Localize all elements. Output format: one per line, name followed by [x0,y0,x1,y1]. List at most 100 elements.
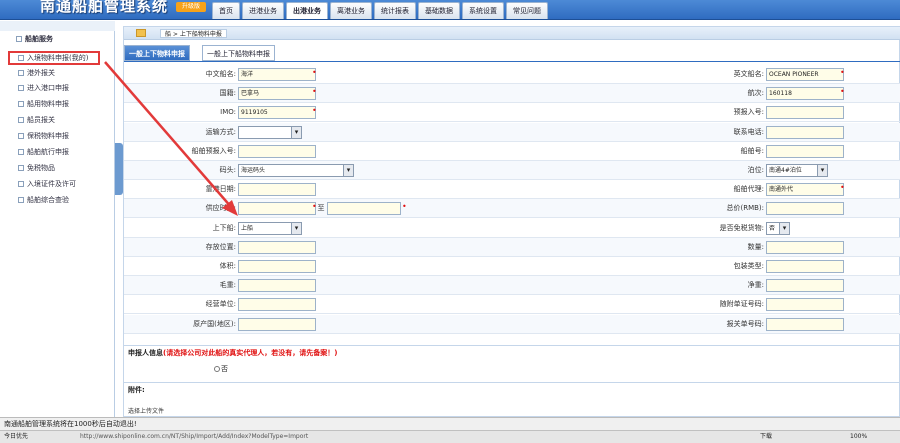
input-field[interactable] [766,106,844,120]
nav-arrival[interactable]: 进港业务 [242,2,284,19]
sidebar-highlight-box [8,51,100,65]
select-field[interactable] [238,125,302,139]
applicant-label: 申报人信息 [128,349,163,357]
sidebar-item-port-entry[interactable]: 进入港口申报 [18,83,69,94]
input-field[interactable]: 160118 [766,87,844,101]
group-icon [16,36,22,42]
sidebar-item-customs[interactable]: 港外报关 [18,68,55,79]
tab-underline [124,61,900,62]
sidebar-item-navigation[interactable]: 船舶航行申报 [18,147,69,158]
nav-base-data[interactable]: 基础数据 [418,2,460,19]
input-field[interactable] [238,279,316,293]
input-field[interactable] [238,202,316,216]
select-field[interactable]: 否 [766,221,790,235]
sidebar-item-bonded[interactable]: 保税物料申报 [18,131,69,142]
sidebar-header [0,21,115,31]
input-field[interactable] [238,298,316,312]
input-field[interactable] [766,125,844,139]
nav-home[interactable]: 首页 [212,2,240,19]
field-label: 经营单位: [205,300,236,309]
form-row: 体积: 包装类型: [124,257,900,276]
field-label: 原产国(地区): [193,319,236,328]
input-field[interactable]: 海洋 [238,68,316,81]
input-field[interactable] [766,298,844,312]
field-label: 船舶代理: [733,185,764,194]
input-field[interactable] [766,202,844,216]
field-label: 是否免税货物: [719,223,764,232]
radio-button[interactable] [214,366,220,372]
input-field[interactable] [238,260,316,273]
input-field[interactable] [766,260,844,273]
radio-label: 否 [221,365,228,373]
field-label: IMO: [220,108,236,117]
checkbox-icon [18,149,24,155]
field-label: 净重: [747,281,764,290]
field-label: 毛重: [219,281,236,290]
breadcrumb-text[interactable]: 船 > 上下船物料申报 [160,29,227,38]
field-label: 总价(RMB): [726,204,764,213]
input-field[interactable] [766,240,844,254]
input-field-end[interactable] [327,202,401,216]
select-field[interactable]: 海运码头 [238,164,354,177]
input-field[interactable] [238,183,316,197]
tab-ship-material[interactable]: 一般上下船物料申报 [202,45,275,61]
sidebar-item-ship-material[interactable]: 船用物料申报 [18,99,69,110]
sidebar-item-inspection[interactable]: 船舶综合查验 [18,195,69,206]
nav-faq[interactable]: 常见问题 [506,2,548,19]
nav-reports[interactable]: 统计报表 [374,2,416,19]
sidebar-collapse-handle[interactable] [115,143,123,195]
field-label: 英文船名: [733,70,764,78]
sidebar-item-crew[interactable]: 船员报关 [18,115,55,126]
required-marker: • [840,87,845,97]
field-label: 船舶预报入号: [191,146,236,155]
checkbox-icon [18,197,24,203]
nav-departure[interactable]: 出港业务 [286,2,328,19]
range-separator: 至 [317,204,325,213]
tab-material-declaration[interactable]: 一般上下物料申报 [124,45,190,61]
checkbox-icon [18,101,24,107]
select-field[interactable]: 上船 [238,221,302,235]
downloads-button[interactable]: 下载 [760,431,772,443]
form-row: 原产国(地区): 报关单号码: [124,314,900,334]
sidebar-item-permits[interactable]: 入境证件及许可 [18,179,76,190]
input-field[interactable] [238,240,316,254]
select-field[interactable]: 南通4#泊位 [766,164,828,177]
favorites-label[interactable]: 今日优先 [4,431,28,443]
field-label: 靠港日期: [205,185,236,194]
nav-leaving[interactable]: 离港业务 [330,2,372,19]
input-field[interactable] [238,317,316,331]
nav-settings[interactable]: 系统设置 [462,2,504,19]
sidebar: 船舶服务 入境物料申报(我的) 港外报关 进入港口申报 船用物料申报 船员报关 … [0,21,115,417]
input-field[interactable] [238,144,316,158]
input-field[interactable]: OCEAN PIONEER [766,68,844,81]
required-marker: • [840,68,845,77]
form-row: 供应时间: 至 • • 总价(RMB): [124,199,900,219]
checkbox-icon [18,70,24,76]
status-url: http://www.shiponline.com.cn/NT/Ship/Imp… [80,433,309,440]
checkbox-icon [18,165,24,171]
input-field[interactable]: 巴拿马 [238,87,316,101]
input-field[interactable] [766,317,844,331]
input-field[interactable] [766,279,844,293]
field-label: 码头: [219,166,236,174]
folder-icon [136,29,146,37]
field-label: 船舶号: [740,146,764,155]
field-label: 随附单证号码: [719,300,764,309]
sidebar-group[interactable]: 船舶服务 [16,34,53,45]
field-label: 国籍: [219,89,236,98]
required-marker: • [312,68,317,77]
input-field[interactable] [766,144,844,158]
required-marker: • [312,202,317,212]
checkbox-icon [18,181,24,187]
checkbox-icon [18,85,24,91]
form-row: 码头:海运码头 泊位:南通4#泊位 [124,161,900,180]
input-field[interactable]: 南通外代 [766,183,844,197]
form-row: IMO: 9119105 • 预报入号: [124,103,900,123]
sidebar-item-duty-free[interactable]: 免税物品 [18,163,55,174]
input-field[interactable]: 9119105 [238,106,316,120]
version-badge: 升级版 [176,2,206,12]
zoom-level[interactable]: 100% [850,431,867,443]
checkbox-icon [18,133,24,139]
field-label: 体积: [219,262,236,270]
field-label: 供应时间: [205,204,236,213]
